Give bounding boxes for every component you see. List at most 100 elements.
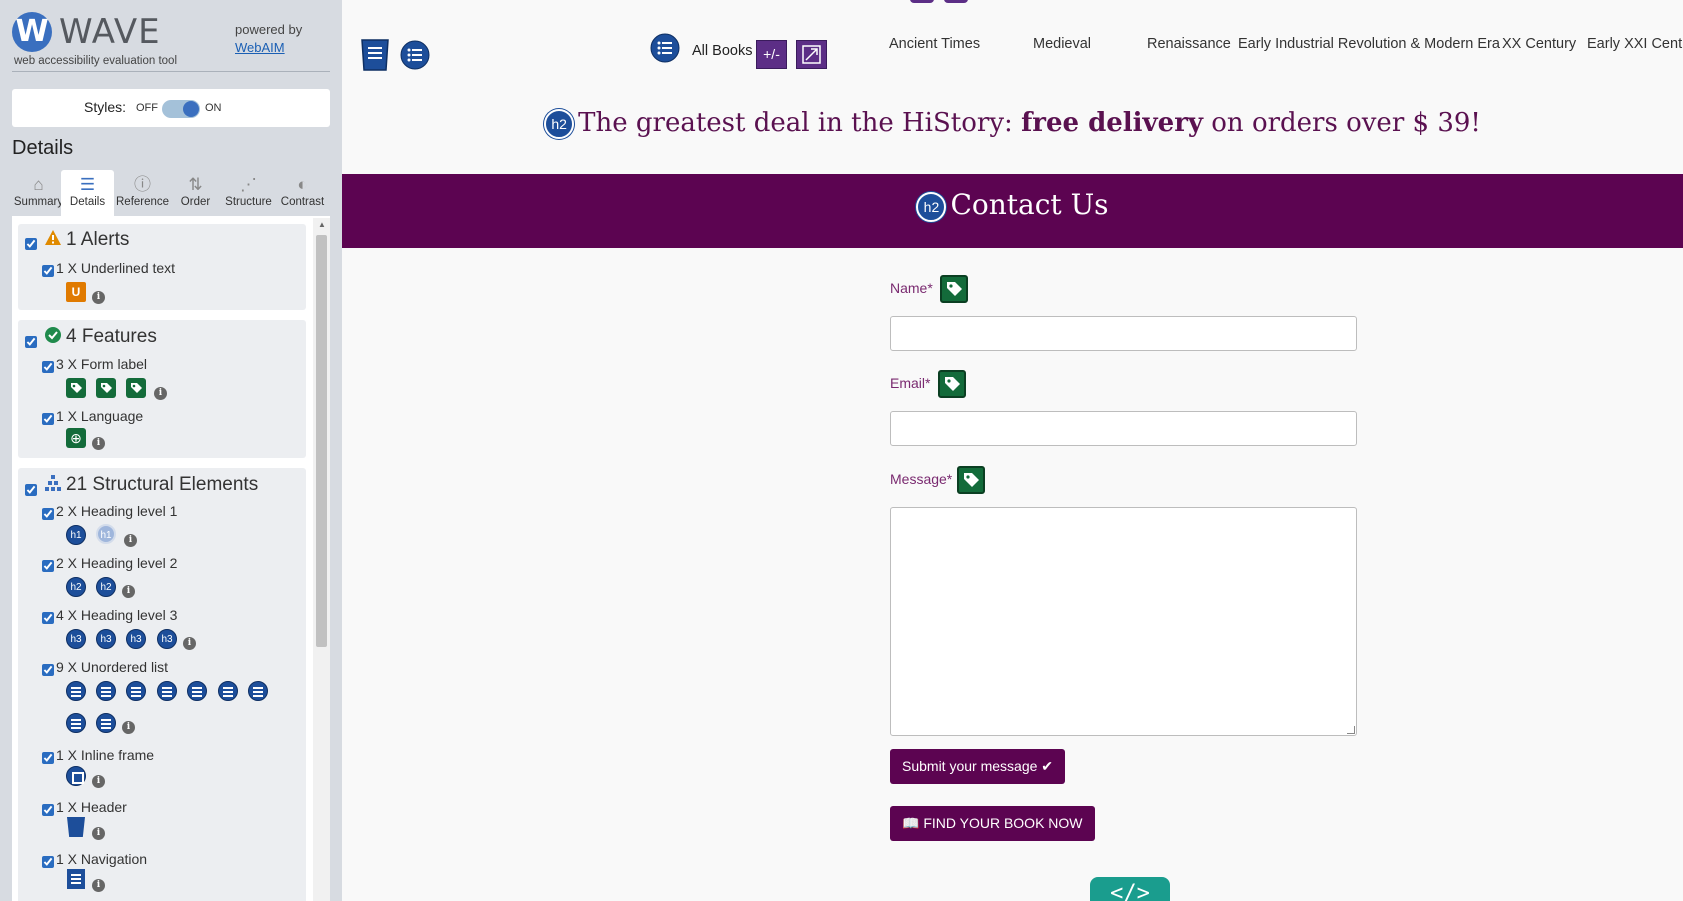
header-landmark-icon[interactable] (360, 38, 390, 71)
info-icon[interactable]: i (92, 827, 105, 840)
info-icon[interactable]: i (183, 637, 196, 650)
header-checkbox[interactable] (42, 804, 54, 816)
features-title: 4 Features (44, 326, 157, 348)
info-icon[interactable]: i (92, 437, 105, 450)
scroll-up-arrow-icon[interactable]: ▲ (318, 220, 326, 229)
powered-by-text: powered by (235, 22, 303, 37)
tab-label: Order (180, 196, 211, 208)
unordered-list-checkbox[interactable] (42, 664, 54, 676)
tag-icon[interactable] (66, 378, 86, 398)
language-checkbox[interactable] (42, 413, 54, 425)
h3-icon[interactable]: h3 (66, 629, 86, 649)
list-icon[interactable] (400, 40, 430, 70)
details-panel: 1 Alerts 1 X Underlined text U i 4 Featu… (12, 216, 330, 901)
plus-minus-icon[interactable]: +/- (756, 40, 787, 69)
heading2-checkbox[interactable] (42, 560, 54, 572)
h2-icon[interactable]: h2 (66, 577, 86, 597)
info-icon[interactable]: i (92, 775, 105, 788)
expand-icon[interactable] (796, 40, 827, 69)
info-icon[interactable]: i (154, 387, 167, 400)
underlined-text-label: 1 X Underlined text (56, 260, 176, 276)
home-icon: ⌂ (33, 175, 44, 194)
all-books-link[interactable]: All Books (692, 43, 752, 59)
info-icon[interactable]: i (92, 879, 105, 892)
h1-icon[interactable]: h1 (96, 524, 116, 544)
code-icon[interactable]: </> (1090, 877, 1170, 901)
tab-contrast[interactable]: ◐ Contrast (276, 170, 329, 216)
underlined-text-checkbox[interactable] (42, 265, 54, 277)
list-icon[interactable] (96, 681, 116, 701)
list-icon[interactable] (126, 681, 146, 701)
structural-checkbox[interactable] (25, 484, 37, 496)
nav-renaissance[interactable]: Renaissance (1147, 36, 1231, 52)
h2-icon[interactable]: h2 (96, 577, 116, 597)
nav-medieval[interactable]: Medieval (1033, 36, 1091, 52)
form-label-checkbox[interactable] (42, 361, 54, 373)
tag-icon[interactable] (940, 275, 968, 303)
list-icon[interactable] (650, 33, 680, 63)
list-icon[interactable] (66, 681, 86, 701)
webaim-link[interactable]: WebAIM (235, 40, 285, 55)
order-icon: ⇅ (188, 175, 203, 194)
nav-ancient-times[interactable]: Ancient Times (889, 36, 980, 52)
details-scrollbar[interactable]: ▲ (313, 218, 330, 901)
heading3-item: 4 X Heading level 3 (56, 607, 178, 623)
features-title-text: 4 Features (66, 326, 157, 347)
tab-order[interactable]: ⇅ Order (169, 170, 222, 216)
nav-early-industrial[interactable]: Early Industrial Revolution & Modern Era (1238, 36, 1500, 52)
info-icon[interactable]: i (124, 534, 137, 547)
message-textarea[interactable] (890, 507, 1357, 736)
nav-xx-century[interactable]: XX Century (1502, 36, 1576, 52)
info-icon[interactable]: i (122, 585, 135, 598)
navigation-icon[interactable] (67, 869, 85, 889)
list-icon[interactable] (218, 681, 238, 701)
header-icon[interactable] (67, 817, 85, 837)
features-checkbox[interactable] (25, 336, 37, 348)
navigation-item: 1 X Navigation (56, 851, 148, 867)
h3-icon[interactable]: h3 (157, 629, 177, 649)
resize-handle-icon[interactable] (1347, 726, 1355, 734)
inline-frame-item: 1 X Inline frame (56, 747, 155, 763)
h2-icon[interactable]: h2 (916, 191, 947, 222)
list-icon[interactable] (248, 681, 268, 701)
styles-toggle[interactable] (162, 100, 200, 118)
navigation-checkbox[interactable] (42, 856, 54, 868)
find-your-book-button[interactable]: 📖 FIND YOUR BOOK NOW (890, 806, 1095, 841)
tag-icon[interactable] (96, 378, 116, 398)
tag-icon[interactable] (957, 466, 985, 494)
tab-details[interactable]: ☰ Details (61, 170, 114, 216)
scroll-thumb[interactable] (316, 235, 327, 647)
heading3-checkbox[interactable] (42, 612, 54, 624)
h1-icon[interactable]: h1 (66, 525, 86, 545)
info-icon[interactable]: i (122, 721, 135, 734)
tab-reference[interactable]: ⓘ Reference (116, 170, 169, 216)
tab-label: Details (69, 196, 106, 208)
list-icon[interactable] (96, 713, 116, 733)
wave-tabs: ⌂ Summary ☰ Details ⓘ Reference ⇅ Order … (12, 170, 330, 216)
tag-icon[interactable] (126, 378, 146, 398)
tab-label: Contrast (280, 196, 325, 208)
h3-icon[interactable]: h3 (96, 629, 116, 649)
info-icon[interactable]: i (92, 291, 105, 304)
h2-icon[interactable]: h2 (544, 109, 575, 139)
list-icon[interactable] (157, 681, 177, 701)
list-icon[interactable] (66, 713, 86, 733)
list-icon: ☰ (79, 175, 96, 194)
h3-icon[interactable]: h3 (126, 629, 146, 649)
wave-logo-row: W WAVE web accessibility evaluation tool… (12, 10, 330, 72)
promo-prefix: The greatest deal in the HiStory: (578, 108, 1022, 138)
tag-icon[interactable] (938, 370, 966, 398)
alerts-checkbox[interactable] (25, 238, 37, 250)
email-input[interactable] (890, 411, 1357, 446)
iframe-icon[interactable] (66, 766, 86, 786)
name-input[interactable] (890, 316, 1357, 351)
tab-summary[interactable]: ⌂ Summary (12, 170, 65, 216)
submit-message-button[interactable]: Submit your message ✔ (890, 749, 1066, 784)
globe-icon[interactable]: ⊕ (66, 428, 86, 448)
tab-structure[interactable]: ⋰ Structure (222, 170, 275, 216)
heading1-checkbox[interactable] (42, 508, 54, 520)
inline-frame-checkbox[interactable] (42, 752, 54, 764)
nav-early-xxi-century[interactable]: Early XXI Centu (1587, 36, 1683, 52)
list-icon[interactable] (187, 681, 207, 701)
underlined-alert-icon[interactable]: U (66, 282, 86, 302)
